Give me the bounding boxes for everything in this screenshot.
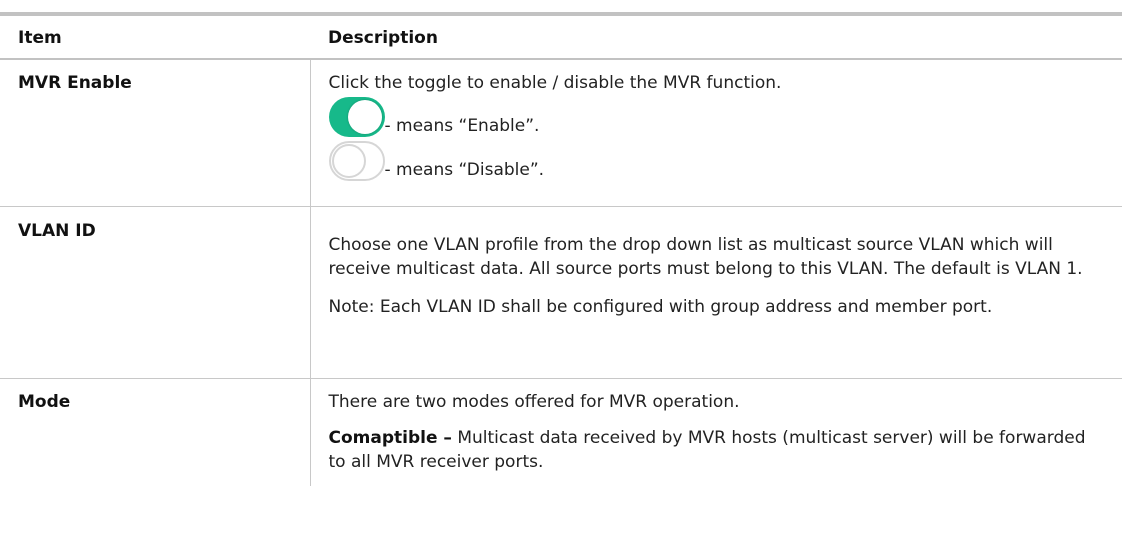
table-row-vlan-id: VLAN ID Choose one VLAN profile from the… (0, 206, 1122, 378)
table-header-row: Item Description (0, 14, 1122, 59)
vlan-id-text: Choose one VLAN profile from the drop do… (328, 234, 1083, 279)
toggle-off-caption: - means “Disable”. (384, 160, 545, 180)
description-mode: There are two modes offered for MVR oper… (310, 378, 1122, 486)
toggle-enable-example: - means “Enable”. (328, 93, 1105, 137)
item-vlan-id: VLAN ID (0, 206, 311, 378)
toggle-disable-example: - means “Disable”. (328, 137, 1105, 181)
item-mode: Mode (0, 378, 311, 486)
toggle-off-icon (328, 141, 385, 181)
vlan-id-note: Note: Each VLAN ID shall be configured w… (328, 296, 993, 317)
mvr-enable-text: Click the toggle to enable / disable the… (328, 73, 782, 93)
compatible-label: Comaptible – (328, 427, 452, 448)
description-vlan-id: Choose one VLAN profile from the drop do… (310, 206, 1122, 378)
description-table: Item Description MVR Enable Click the to… (0, 12, 1122, 486)
table-row-mvr-enable: MVR Enable Click the toggle to enable / … (0, 59, 1122, 206)
table-row-mode: Mode There are two modes offered for MVR… (0, 378, 1122, 486)
toggle-on-icon (328, 97, 385, 137)
toggle-on-caption: - means “Enable”. (384, 116, 540, 136)
item-mvr-enable: MVR Enable (0, 59, 311, 206)
header-description: Description (328, 28, 438, 48)
mode-compatible: Comaptible – Multicast data received by … (329, 426, 1105, 474)
mode-text: There are two modes offered for MVR oper… (328, 391, 740, 412)
description-mvr-enable: Click the toggle to enable / disable the… (310, 59, 1122, 206)
header-item: Item (18, 28, 62, 48)
